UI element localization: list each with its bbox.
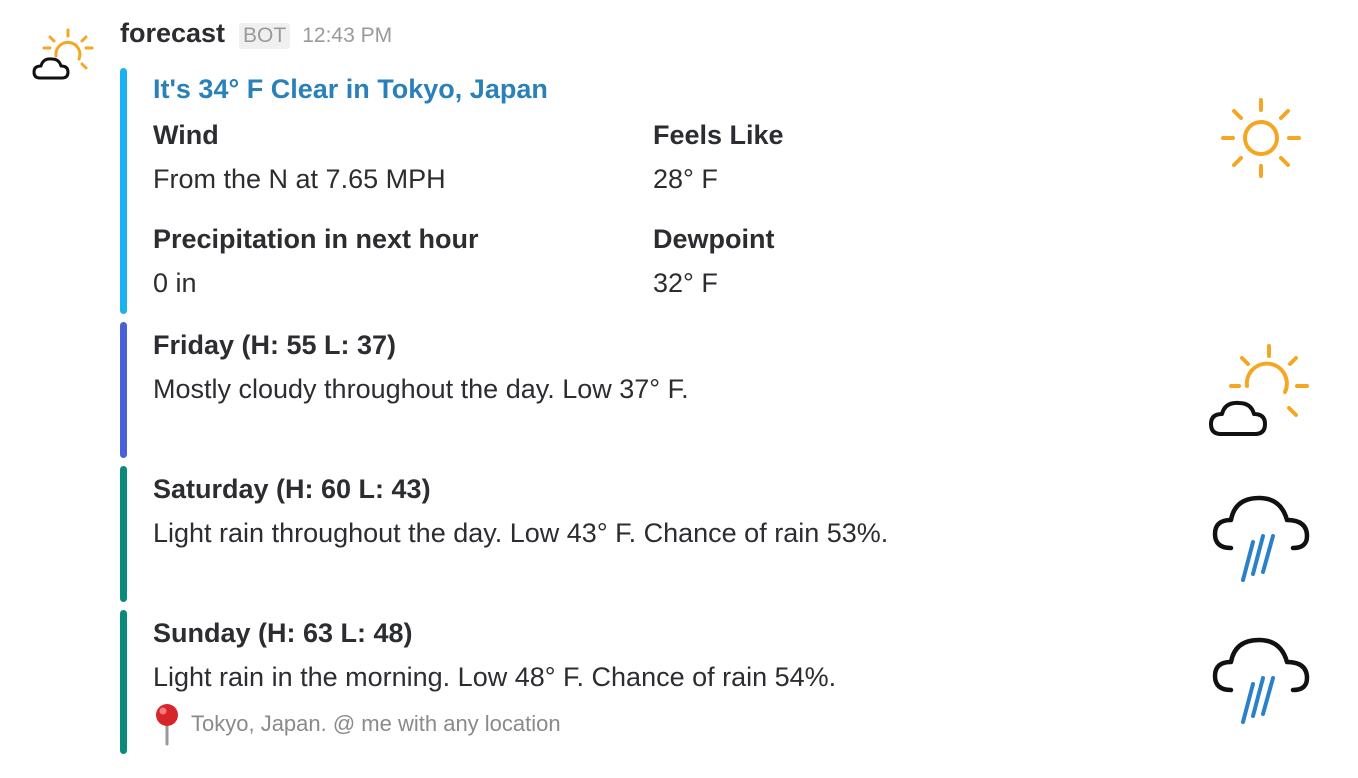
current-conditions-title[interactable]: It's 34° F Clear in Tokyo, Japan xyxy=(153,74,548,105)
partly-cloudy-icon xyxy=(1209,344,1309,436)
forecast-day-attachment: Sunday (H: 63 L: 48) Light rain in the m… xyxy=(120,610,1320,754)
attachment-footer: Tokyo, Japan. @ me with any location xyxy=(153,702,561,746)
field-title-wind: Wind xyxy=(153,120,219,150)
field-value-dewpoint: 32° F xyxy=(653,268,718,298)
field-value-precipitation: 0 in xyxy=(153,268,197,298)
pushpin-icon xyxy=(156,704,178,746)
bot-name[interactable]: forecast xyxy=(120,18,225,49)
forecast-day-summary: Light rain in the morning. Low 48° F. Ch… xyxy=(153,662,837,692)
forecast-day-title: Sunday (H: 63 L: 48) xyxy=(153,618,413,648)
field-title-feels-like: Feels Like xyxy=(653,120,784,150)
attachment-color-bar xyxy=(120,68,127,314)
message-header: forecast BOT 12:43 PM xyxy=(120,18,392,58)
attachment-color-bar xyxy=(120,466,127,602)
rain-cloud-icon xyxy=(1212,637,1310,724)
field-value-wind: From the N at 7.65 MPH xyxy=(153,164,446,194)
field-title-dewpoint: Dewpoint xyxy=(653,224,775,254)
bot-avatar[interactable] xyxy=(30,26,96,88)
message-timestamp[interactable]: 12:43 PM xyxy=(302,24,392,48)
attachment-color-bar xyxy=(120,322,127,458)
forecast-day-attachment: Saturday (H: 60 L: 43) Light rain throug… xyxy=(120,466,1320,602)
footer-text: Tokyo, Japan. @ me with any location xyxy=(191,711,561,736)
current-conditions-attachment: It's 34° F Clear in Tokyo, Japan Wind Fr… xyxy=(120,68,1320,314)
rain-cloud-icon xyxy=(1212,495,1310,582)
field-value-feels-like: 28° F xyxy=(653,164,718,194)
sun-icon xyxy=(1221,98,1301,178)
forecast-day-summary: Mostly cloudy throughout the day. Low 37… xyxy=(153,374,689,404)
forecast-day-summary: Light rain throughout the day. Low 43° F… xyxy=(153,518,889,548)
forecast-day-title: Saturday (H: 60 L: 43) xyxy=(153,474,431,504)
attachment-color-bar xyxy=(120,610,127,754)
field-title-precipitation: Precipitation in next hour xyxy=(153,224,479,254)
forecast-day-title: Friday (H: 55 L: 37) xyxy=(153,330,397,360)
bot-badge: BOT xyxy=(239,23,291,49)
forecast-day-attachment: Friday (H: 55 L: 37) Mostly cloudy throu… xyxy=(120,322,1320,458)
partly-cloudy-icon xyxy=(32,28,94,80)
